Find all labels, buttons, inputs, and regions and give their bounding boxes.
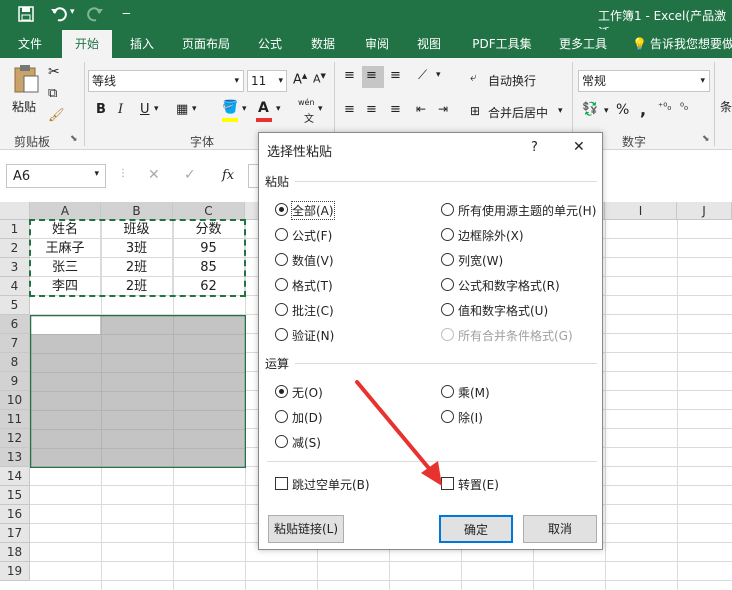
annotation-arrow: [355, 380, 442, 486]
